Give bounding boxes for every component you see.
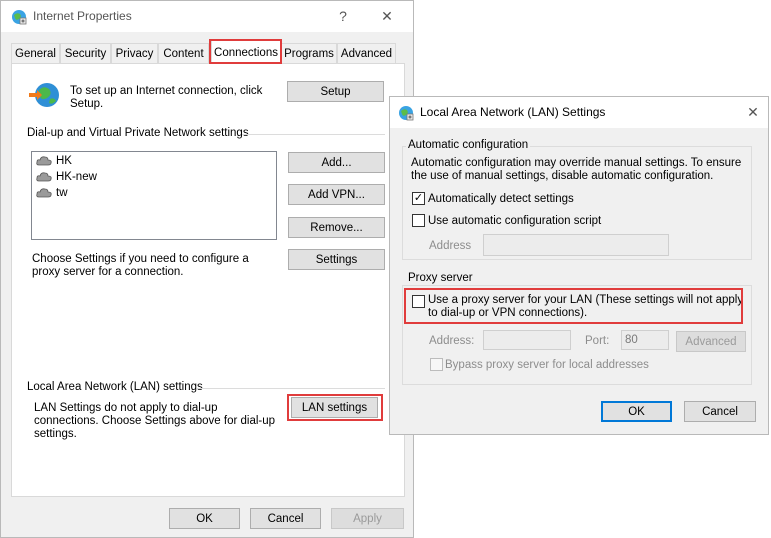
auto-script-checkbox[interactable] <box>412 214 425 227</box>
list-item-label: tw <box>56 187 68 199</box>
auto-config-heading: Automatic configuration <box>406 139 531 152</box>
auto-detect-label[interactable]: Automatically detect settings <box>428 193 574 206</box>
tab-label: Privacy <box>115 47 154 60</box>
proxy-address-field[interactable] <box>483 330 571 350</box>
internet-options-icon <box>399 106 414 121</box>
dialup-divider <box>242 134 385 135</box>
title-bar: Internet Properties ? ✕ <box>1 1 413 32</box>
tab-general[interactable]: General <box>11 43 60 63</box>
help-icon[interactable]: ? <box>331 4 355 28</box>
use-proxy-checkbox[interactable] <box>412 295 425 308</box>
auto-config-description: Automatic configuration may override man… <box>411 157 742 182</box>
auto-detect-checkbox[interactable]: ✓ <box>412 192 425 205</box>
setup-description: To set up an Internet connection, click … <box>70 85 263 110</box>
ok-button[interactable]: OK <box>169 508 240 529</box>
tab-privacy[interactable]: Privacy <box>111 43 158 63</box>
bypass-local-checkbox[interactable] <box>430 358 443 371</box>
dialup-connection-icon <box>36 156 52 166</box>
bypass-local-label[interactable]: Bypass proxy server for local addresses <box>445 359 649 372</box>
use-proxy-label[interactable]: Use a proxy server for your LAN (These s… <box>428 294 746 320</box>
list-item[interactable]: HK <box>36 153 72 169</box>
dialup-connection-icon <box>36 172 52 182</box>
window-title: Local Area Network (LAN) Settings <box>420 105 606 119</box>
list-item-label: HK-new <box>56 171 97 183</box>
globe-setup-icon <box>29 83 59 107</box>
lan-settings-window: Local Area Network (LAN) Settings ✕ Auto… <box>389 96 769 435</box>
advanced-button[interactable]: Advanced <box>676 331 746 352</box>
cancel-button[interactable]: Cancel <box>250 508 321 529</box>
script-address-label: Address <box>429 240 472 252</box>
tab-advanced[interactable]: Advanced <box>337 43 396 63</box>
internet-options-icon <box>12 10 27 25</box>
list-item-label: HK <box>56 155 72 167</box>
internet-properties-window: Internet Properties ? ✕ General Security… <box>0 0 414 538</box>
remove-button[interactable]: Remove... <box>288 217 385 238</box>
close-icon[interactable]: ✕ <box>375 4 399 28</box>
tab-label: Programs <box>284 47 334 60</box>
proxy-address-label: Address: <box>429 335 475 347</box>
proxy-port-label: Port: <box>585 335 610 347</box>
apply-button[interactable]: Apply <box>331 508 404 529</box>
settings-button[interactable]: Settings <box>288 249 385 270</box>
add-button[interactable]: Add... <box>288 152 385 173</box>
close-icon[interactable]: ✕ <box>741 100 765 124</box>
proxy-settings-description: Choose Settings if you need to configure… <box>32 253 249 278</box>
tab-label: Advanced <box>340 47 393 60</box>
cancel-button[interactable]: Cancel <box>684 401 756 422</box>
script-address-field[interactable] <box>483 234 669 256</box>
tab-content[interactable]: Content <box>158 43 209 63</box>
list-item[interactable]: tw <box>36 185 68 201</box>
tab-label: General <box>15 47 56 60</box>
tab-label: Security <box>64 47 107 60</box>
tab-label: Connections <box>214 46 278 59</box>
auto-script-label[interactable]: Use automatic configuration script <box>428 215 601 228</box>
tab-label: Content <box>163 47 204 60</box>
ok-button[interactable]: OK <box>601 401 672 422</box>
connections-list[interactable]: HK HK-new tw <box>31 151 277 240</box>
lan-description: LAN Settings do not apply to dial-up con… <box>34 402 276 440</box>
lan-settings-button[interactable]: LAN settings <box>291 397 378 418</box>
list-item[interactable]: HK-new <box>36 169 97 185</box>
dialup-connection-icon <box>36 188 52 198</box>
tab-programs[interactable]: Programs <box>281 43 337 63</box>
dialup-heading: Dial-up and Virtual Private Network sett… <box>27 127 249 139</box>
lan-divider <box>197 388 385 389</box>
add-vpn-button[interactable]: Add VPN... <box>288 184 385 205</box>
title-bar: Local Area Network (LAN) Settings ✕ <box>390 97 768 128</box>
window-title: Internet Properties <box>33 9 132 23</box>
proxy-port-field[interactable]: 80 <box>621 330 669 350</box>
tab-security[interactable]: Security <box>60 43 111 63</box>
proxy-server-heading: Proxy server <box>406 272 475 285</box>
tab-connections[interactable]: Connections <box>211 40 281 64</box>
lan-heading: Local Area Network (LAN) settings <box>27 381 203 393</box>
setup-button[interactable]: Setup <box>287 81 384 102</box>
